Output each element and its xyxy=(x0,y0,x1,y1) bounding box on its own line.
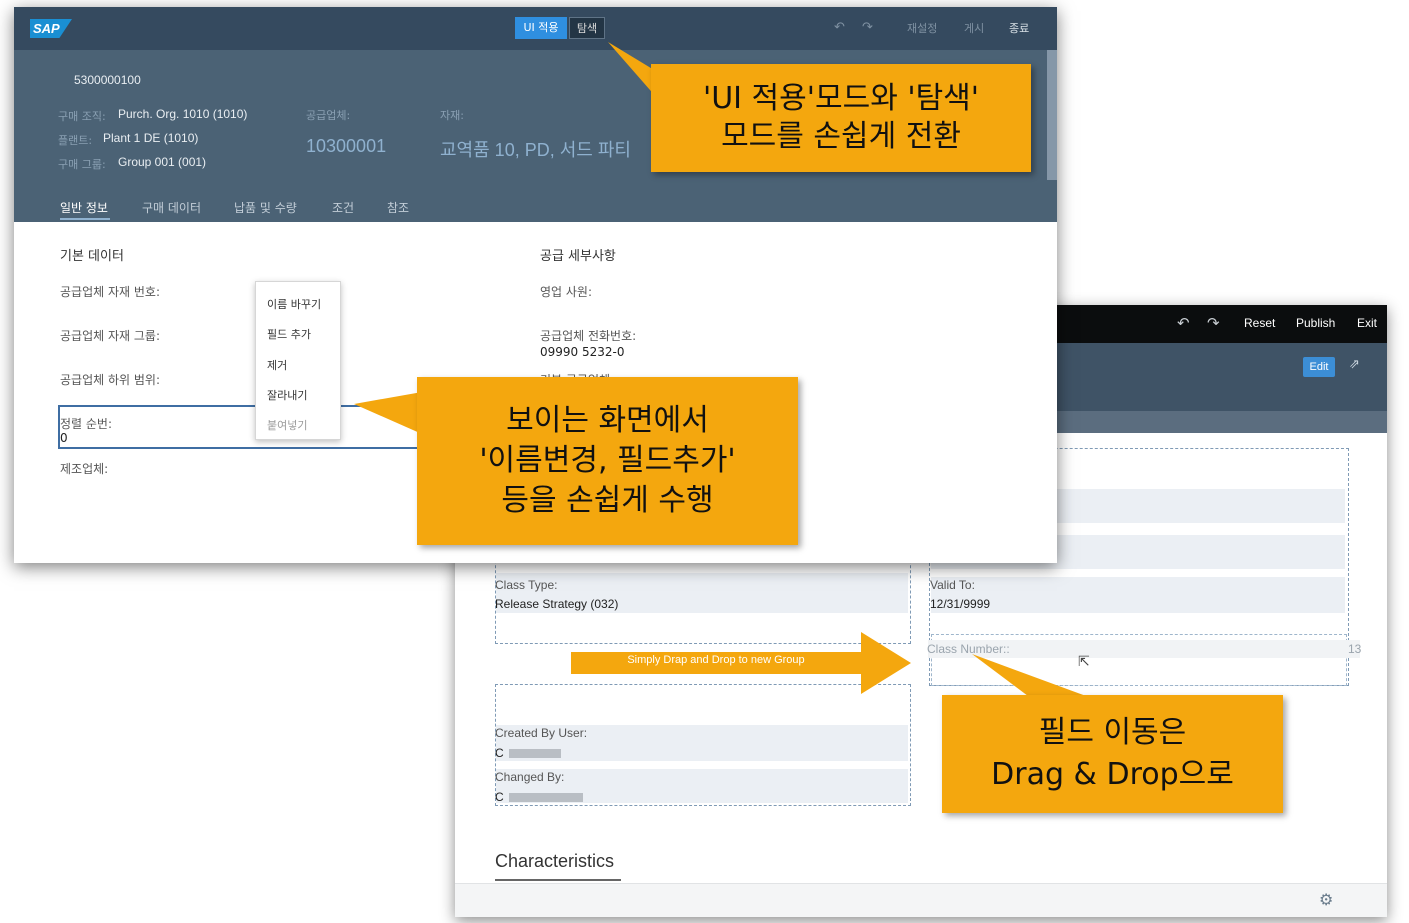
callout-text-line: 필드 이동은 xyxy=(1038,715,1187,750)
settings-icon[interactable]: ⚙ xyxy=(1319,890,1333,909)
supplier-value[interactable]: 10300001 xyxy=(306,136,386,157)
purch-org-value: Purch. Org. 1010 (1010) xyxy=(118,107,248,121)
scrollbar[interactable] xyxy=(1047,50,1057,180)
characteristics-section-title[interactable]: Characteristics xyxy=(495,851,614,872)
supplier-subrange-label[interactable]: 공급업체 하위 범위: xyxy=(60,371,160,388)
created-by-value: C xyxy=(495,746,504,760)
valid-to-label: Valid To: xyxy=(930,578,975,592)
callout-text-line: 모드를 손쉽게 전환 xyxy=(721,119,961,154)
class-type-value: Release Strategy (032) xyxy=(495,597,619,611)
object-id: 5300000100 xyxy=(74,73,141,87)
class-type-label: Class Type: xyxy=(495,578,558,592)
callout-text-line: 보이는 화면에서 xyxy=(506,403,709,438)
sap-logo: SAP xyxy=(30,19,72,38)
active-tab-indicator xyxy=(60,218,110,220)
drag-arrow-text: Simply Drap and Drop to new Group xyxy=(627,654,805,666)
plant-label: 플랜트: xyxy=(58,134,93,147)
callout-text-line: 등을 손쉽게 수행 xyxy=(501,483,714,518)
supplier-material-group-label[interactable]: 공급업체 자재 그룹: xyxy=(60,327,160,344)
undo-icon[interactable]: ↶ xyxy=(834,20,845,35)
context-menu-paste[interactable]: 붙여넣기 xyxy=(267,417,307,433)
supplier-material-no-label[interactable]: 공급업체 자재 번호: xyxy=(60,283,160,300)
publish-button[interactable]: Publish xyxy=(1296,316,1335,330)
edit-button[interactable]: Edit xyxy=(1303,357,1335,377)
callout-text-line: '이름변경, 필드추가' xyxy=(479,443,736,478)
reset-button[interactable]: 재설정 xyxy=(907,20,937,36)
callout-drag-drop: 필드 이동은 Drag & Drop으로 xyxy=(942,695,1283,813)
basic-data-title: 기본 데이터 xyxy=(60,249,124,264)
undo-icon[interactable]: ↶ xyxy=(1177,314,1190,332)
context-menu-cut[interactable]: 잘라내기 xyxy=(267,387,307,403)
material-value[interactable]: 교역품 10, PD, 서드 파티 xyxy=(440,136,631,162)
callout-tail xyxy=(972,654,1086,696)
supplier-phone-label[interactable]: 공급업체 전화번호: xyxy=(540,327,636,344)
supply-details-title: 공급 세부사항 xyxy=(540,249,616,264)
sort-number-value: 0 xyxy=(60,431,68,445)
context-menu-rename[interactable]: 이름 바꾸기 xyxy=(267,296,321,312)
blurred-user-name xyxy=(509,749,561,758)
blurred-user-name xyxy=(509,793,583,802)
shell-bar: SAP UI 적용 탐색 ↶ ↷ 재설정 게시 종료 xyxy=(14,7,1057,50)
callout-mode-switch: 'UI 적용'모드와 '탐색' 모드를 손쉽게 전환 xyxy=(651,64,1031,172)
material-label: 자재: xyxy=(440,109,464,122)
manufacturer-label[interactable]: 제조업체: xyxy=(60,460,108,477)
publish-button[interactable]: 게시 xyxy=(964,20,984,36)
sales-person-label[interactable]: 영업 사원: xyxy=(540,283,592,300)
purch-group-value: Group 001 (001) xyxy=(118,155,207,169)
valid-to-value: 12/31/9999 xyxy=(930,597,991,611)
callout-text-line: Drag & Drop으로 xyxy=(991,757,1234,792)
section-underline xyxy=(495,879,621,881)
tab-conditions[interactable]: 조건 xyxy=(332,199,354,216)
tab-general-info[interactable]: 일반 정보 xyxy=(60,199,108,216)
reset-button[interactable]: Reset xyxy=(1244,316,1275,330)
changed-by-value: C xyxy=(495,790,504,804)
context-menu-add-field[interactable]: 필드 추가 xyxy=(267,326,311,342)
callout-tail xyxy=(354,392,422,434)
callout-text-line: 'UI 적용'모드와 '탐색' xyxy=(702,81,980,116)
mode-navigate-tab[interactable]: 탐색 xyxy=(569,17,605,39)
plant-value: Plant 1 DE (1010) xyxy=(103,131,199,145)
callout-rename-add-field: 보이는 화면에서 '이름변경, 필드추가' 등을 손쉽게 수행 xyxy=(417,377,798,545)
redo-icon[interactable]: ↷ xyxy=(1207,314,1220,332)
share-icon[interactable]: ⇗ xyxy=(1349,357,1360,372)
purch-group-label: 구매 그룹: xyxy=(58,158,106,171)
redo-icon[interactable]: ↷ xyxy=(862,20,873,35)
sort-number-label[interactable]: 정렬 순번: xyxy=(60,415,112,432)
tab-reference[interactable]: 참조 xyxy=(387,199,409,216)
created-by-label: Created By User: xyxy=(495,726,588,740)
changed-by-label: Changed By: xyxy=(495,770,565,784)
supplier-phone-value: 09990 5232-0 xyxy=(540,345,625,359)
exit-button[interactable]: 종료 xyxy=(1009,20,1029,36)
purch-org-label: 구매 조직: xyxy=(58,110,106,123)
tab-delivery-quantity[interactable]: 납품 및 수량 xyxy=(234,199,297,216)
valid-to-field[interactable] xyxy=(931,577,1345,613)
context-menu-remove[interactable]: 제거 xyxy=(267,357,287,373)
supplier-label: 공급업체: xyxy=(306,109,351,122)
mode-ui-adapt-tab[interactable]: UI 적용 xyxy=(515,17,567,39)
class-number-value: 13 xyxy=(1348,642,1362,656)
footer-bar: ⚙ xyxy=(455,883,1387,917)
exit-button[interactable]: Exit xyxy=(1357,316,1377,330)
tab-purchasing-data[interactable]: 구매 데이터 xyxy=(142,199,201,216)
context-menu: 이름 바꾸기 필드 추가 제거 잘라내기 붙여넣기 xyxy=(255,281,341,440)
